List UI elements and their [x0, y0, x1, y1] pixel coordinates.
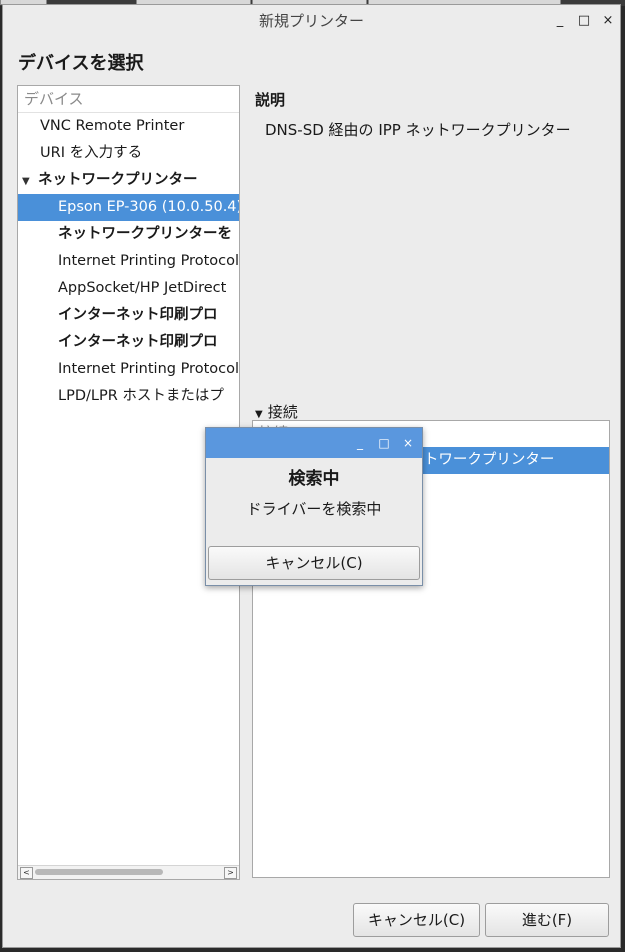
device-list-item[interactable]: インターネット印刷プロ [18, 302, 239, 329]
device-list-item[interactable]: LPD/LPR ホストまたはプ [18, 383, 239, 410]
maximize-icon[interactable]: □ [573, 5, 595, 37]
dialog-cancel-button[interactable]: キャンセル(C) [208, 546, 420, 580]
dialog-heading: 検索中 [288, 469, 340, 489]
device-list-item-label: Epson EP-306 (10.0.50.4) [58, 199, 239, 215]
dialog-titlebar[interactable]: _ □ × [206, 428, 422, 458]
device-list-item[interactable]: URI を入力する [18, 140, 239, 167]
close-icon[interactable]: × [597, 5, 619, 37]
page-heading: デバイスを選択 [18, 53, 144, 74]
device-list-item-label: インターネット印刷プロ [58, 307, 218, 323]
device-list-item[interactable]: Internet Printing Protocol ( [18, 356, 239, 383]
connection-expander[interactable]: ▼ 接続 [255, 401, 298, 422]
device-list-item-label: URI を入力する [40, 145, 143, 161]
device-list-item-label: LPD/LPR ホストまたはプ [58, 388, 224, 404]
minimize-icon[interactable]: _ [549, 5, 571, 37]
scroll-left-icon[interactable]: < [20, 867, 33, 879]
scrollbar-thumb[interactable] [35, 869, 163, 875]
scroll-right-icon[interactable]: > [224, 867, 237, 879]
device-list-item-label: Internet Printing Protocol ( [58, 361, 239, 377]
device-list-item-selected[interactable]: Epson EP-306 (10.0.50.4) [18, 194, 239, 221]
expander-arrow-icon: ▼ [255, 409, 263, 420]
device-list-item[interactable]: Internet Printing Protocol ( [18, 248, 239, 275]
dialog-maximize-icon[interactable]: □ [374, 428, 394, 458]
device-list-item[interactable]: AppSocket/HP JetDirect [18, 275, 239, 302]
connection-label: 接続 [267, 403, 298, 421]
window-titlebar[interactable]: 新規プリンター [3, 5, 620, 37]
horizontal-scrollbar[interactable]: < > [18, 865, 239, 879]
device-list-header[interactable]: デバイス [18, 86, 239, 113]
searching-dialog: _ □ × 検索中 ドライバーを検索中 キャンセル(C) [205, 427, 423, 586]
device-list-item[interactable]: VNC Remote Printer [18, 113, 239, 140]
device-list-item-label: ネットワークプリンターを [58, 226, 232, 242]
device-list-item[interactable]: ネットワークプリンターを [18, 221, 239, 248]
device-list-item-label: VNC Remote Printer [40, 118, 185, 134]
device-list-item[interactable]: インターネット印刷プロ [18, 329, 239, 356]
device-rows: VNC Remote Printer URI を入力する ▼ ネットワークプリンター E… [18, 113, 239, 410]
dialog-message: ドライバーを検索中 [246, 500, 382, 518]
dialog-close-icon[interactable]: × [398, 428, 418, 458]
forward-button[interactable]: 進む(F) [485, 903, 609, 937]
dialog-minimize-icon[interactable]: _ [350, 428, 370, 458]
device-list-item[interactable]: ▼ ネットワークプリンター [18, 167, 239, 194]
device-list-item-label: ネットワークプリンター [38, 172, 198, 188]
description-label: 説明 [255, 91, 286, 109]
device-list-item-label: AppSocket/HP JetDirect [58, 280, 227, 296]
cancel-button[interactable]: キャンセル(C) [353, 903, 480, 937]
description-text: DNS-SD 経由の IPP ネットワークプリンター [265, 121, 571, 139]
device-list-item-label: Internet Printing Protocol ( [58, 253, 239, 269]
expander-arrow-icon[interactable]: ▼ [22, 168, 38, 194]
window-title: 新規プリンター [258, 12, 364, 30]
device-list-item-label: インターネット印刷プロ [58, 334, 218, 350]
